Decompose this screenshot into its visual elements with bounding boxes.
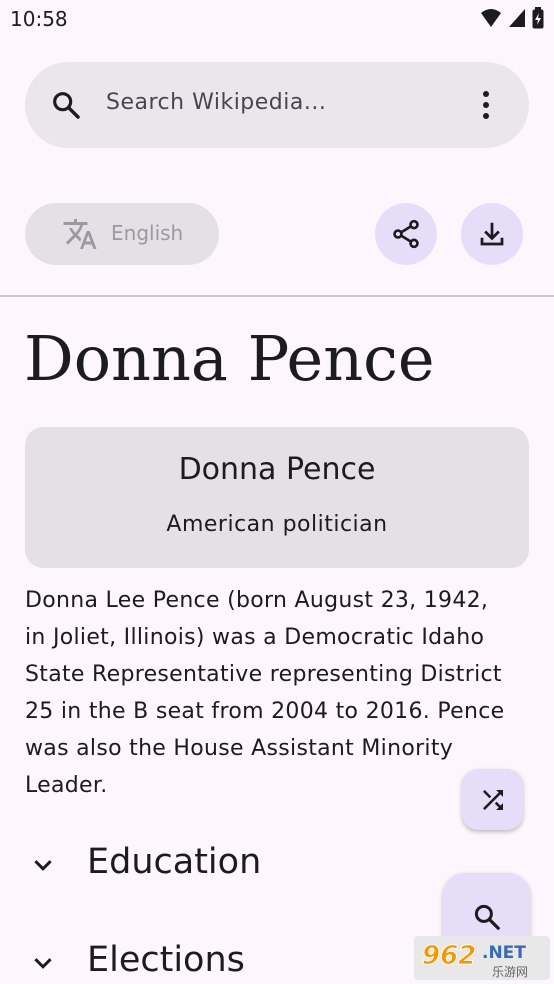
share-button[interactable] — [375, 203, 437, 265]
search-input[interactable]: Search Wikipedia... — [106, 90, 326, 115]
infobox — [25, 427, 529, 568]
language-label: English — [111, 221, 184, 245]
share-icon — [393, 219, 419, 249]
article-summary: Donna Lee Pence (born August 23, 1942, i… — [25, 582, 540, 804]
summary-line: Donna Lee Pence (born August 23, 1942, — [25, 588, 489, 613]
section-label: Education — [87, 842, 262, 882]
divider — [0, 295, 554, 297]
battery-icon — [532, 7, 544, 29]
summary-line: in Joliet, Illinois) was a Democratic Id… — [25, 625, 485, 650]
infobox-title: Donna Pence — [178, 452, 376, 487]
page-title: Donna Pence — [24, 322, 435, 395]
search-icon[interactable] — [50, 89, 82, 121]
watermark-logo: 962 .NET 乐游网 — [414, 936, 550, 980]
summary-line: 25 in the B seat from 2004 to 2016. Penc… — [25, 699, 505, 724]
download-button[interactable] — [461, 203, 523, 265]
chevron-down-icon[interactable] — [30, 852, 56, 878]
more-vert-icon[interactable] — [475, 88, 497, 122]
download-icon — [480, 222, 504, 246]
section-label: Elections — [87, 940, 245, 980]
random-article-button[interactable] — [462, 769, 523, 830]
status-icons — [480, 7, 544, 29]
search-icon — [474, 904, 500, 930]
summary-line: State Representative representing Distri… — [25, 662, 502, 687]
status-time: 10:58 — [10, 7, 68, 31]
status-bar: 10:58 — [0, 0, 554, 38]
shuffle-icon — [482, 789, 503, 810]
svg-text:962: 962 — [422, 941, 476, 971]
wifi-icon — [481, 9, 501, 27]
summary-line: was also the House Assistant Minority — [25, 736, 454, 761]
signal-icon — [509, 9, 525, 27]
svg-text:乐游网: 乐游网 — [492, 965, 528, 979]
chevron-down-icon[interactable] — [30, 950, 56, 976]
svg-text:.NET: .NET — [482, 943, 526, 963]
infobox-subtitle: American politician — [166, 512, 388, 537]
translate-icon — [63, 219, 97, 249]
